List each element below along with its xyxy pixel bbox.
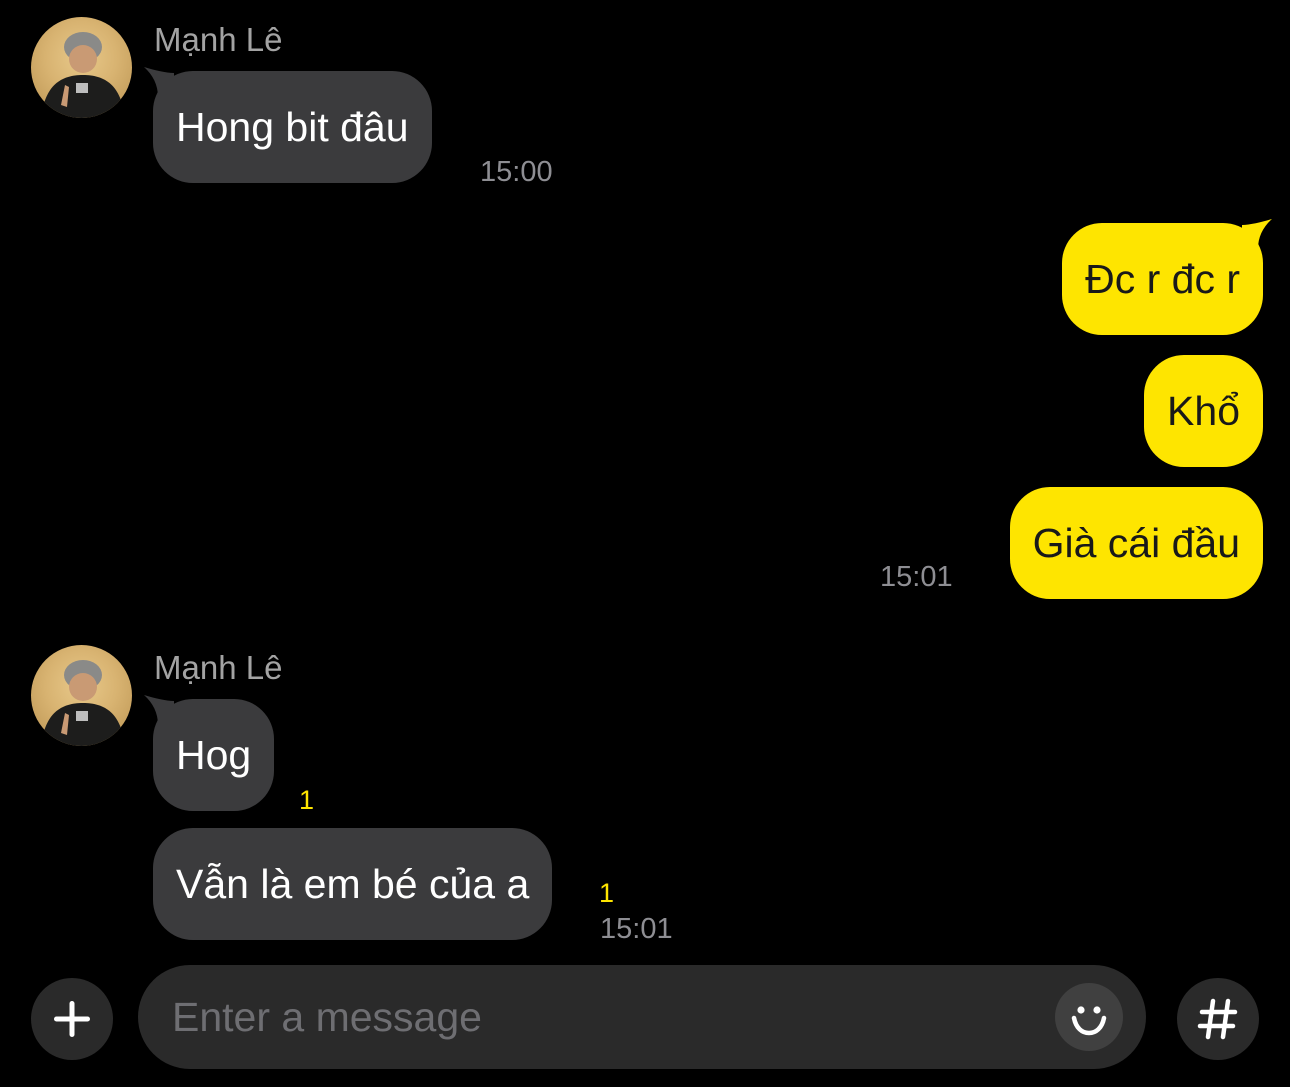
message-input-container[interactable] xyxy=(138,965,1146,1069)
message-timestamp: 15:00 xyxy=(480,156,553,188)
outgoing-message-bubble[interactable]: Đc r đc r xyxy=(1062,219,1272,335)
hash-icon xyxy=(1197,998,1238,1040)
bubble-tail-right xyxy=(1242,219,1272,249)
message-text: Khổ xyxy=(1167,388,1240,434)
message-timestamp: 15:01 xyxy=(880,561,953,593)
message-text: Hong bit đâu xyxy=(176,104,409,150)
message-text: Hog xyxy=(176,732,252,778)
hashtag-button[interactable] xyxy=(1177,978,1259,1060)
avatar-photo xyxy=(41,660,125,746)
bubble-tail-left xyxy=(144,67,174,97)
message-timestamp: 15:01 xyxy=(600,913,673,945)
message-text: Vẫn là em bé của a xyxy=(176,861,530,907)
sender-avatar[interactable] xyxy=(31,17,132,118)
unread-count: 1 xyxy=(299,785,315,815)
smiley-icon xyxy=(1071,1006,1107,1036)
attach-button[interactable] xyxy=(31,978,113,1060)
message-text: Đc r đc r xyxy=(1085,256,1240,302)
incoming-message-bubble[interactable]: Vẫn là em bé của a xyxy=(153,828,553,940)
sender-name: Mạnh Lê xyxy=(154,649,283,686)
incoming-message-bubble[interactable]: Hong bit đâu xyxy=(144,67,432,183)
outgoing-message-bubble[interactable]: Khổ xyxy=(1144,355,1263,467)
outgoing-message-bubble[interactable]: Già cái đầu xyxy=(1009,487,1263,599)
sender-name: Mạnh Lê xyxy=(154,21,283,58)
unread-count: 1 xyxy=(599,878,615,908)
message-text: Già cái đầu xyxy=(1032,520,1240,566)
emoji-button[interactable] xyxy=(1055,983,1123,1051)
bubble-tail-left xyxy=(144,695,174,725)
sender-avatar[interactable] xyxy=(31,645,132,746)
avatar-photo xyxy=(41,32,125,118)
incoming-message-bubble[interactable]: Hog xyxy=(144,695,275,811)
plus-icon xyxy=(54,1001,90,1037)
message-input[interactable] xyxy=(172,965,1032,1069)
